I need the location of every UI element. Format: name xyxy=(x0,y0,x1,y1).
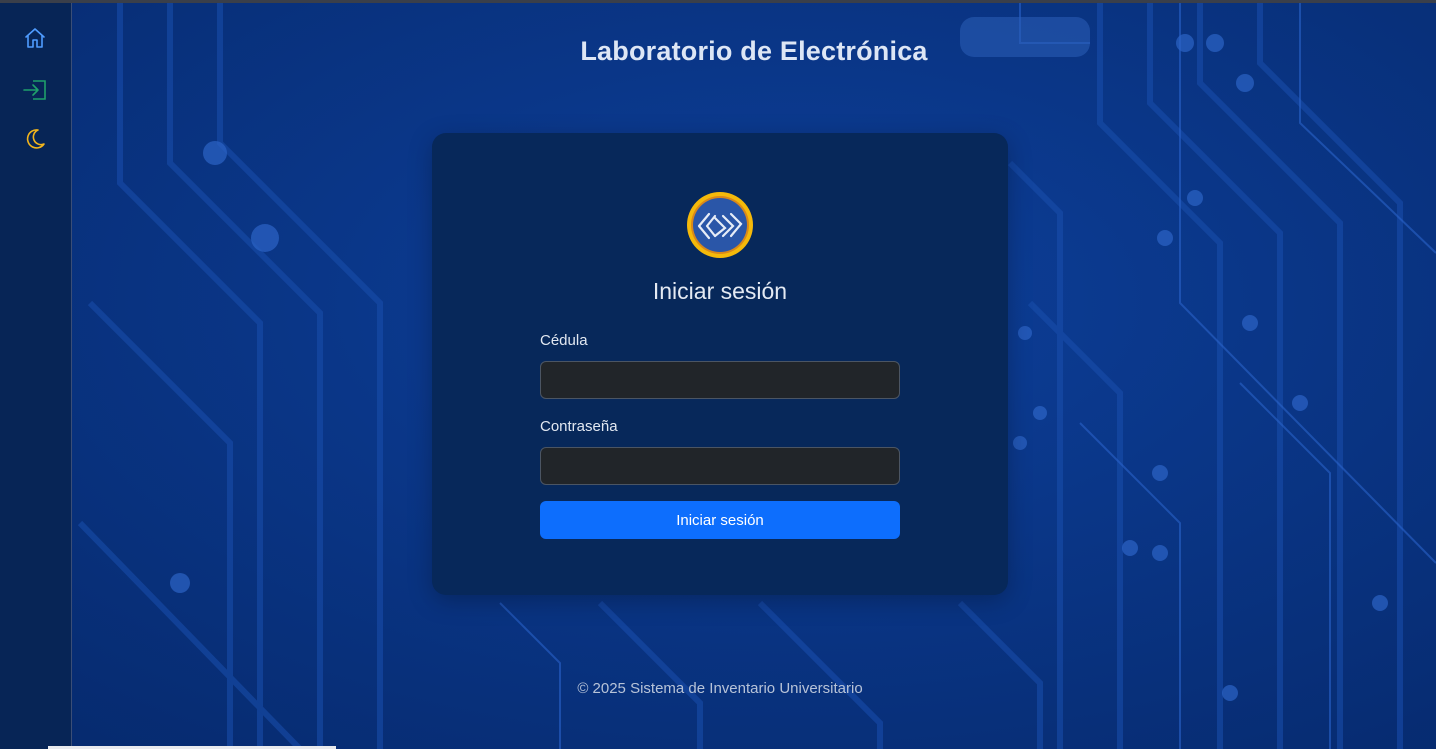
cedula-label: Cédula xyxy=(540,332,588,349)
sidebar xyxy=(0,3,72,749)
dark-mode-toggle[interactable] xyxy=(20,124,50,154)
page-title: Laboratorio de Electrónica xyxy=(580,36,928,66)
university-logo xyxy=(687,192,753,258)
cedula-input[interactable] xyxy=(540,361,900,399)
footer-copyright: © 2025 Sistema de Inventario Universitar… xyxy=(577,680,863,697)
home-icon xyxy=(25,28,45,48)
login-heading: Iniciar sesión xyxy=(652,278,788,304)
login-button[interactable] xyxy=(20,75,50,105)
login-card: Iniciar sesión Cédula Contraseña Iniciar… xyxy=(432,133,1008,595)
password-input[interactable] xyxy=(540,447,900,485)
login-icon xyxy=(23,80,46,100)
moon-icon xyxy=(26,129,45,149)
login-submit-button[interactable]: Iniciar sesión xyxy=(540,501,900,539)
home-button[interactable] xyxy=(20,23,50,53)
password-label: Contraseña xyxy=(540,418,618,435)
